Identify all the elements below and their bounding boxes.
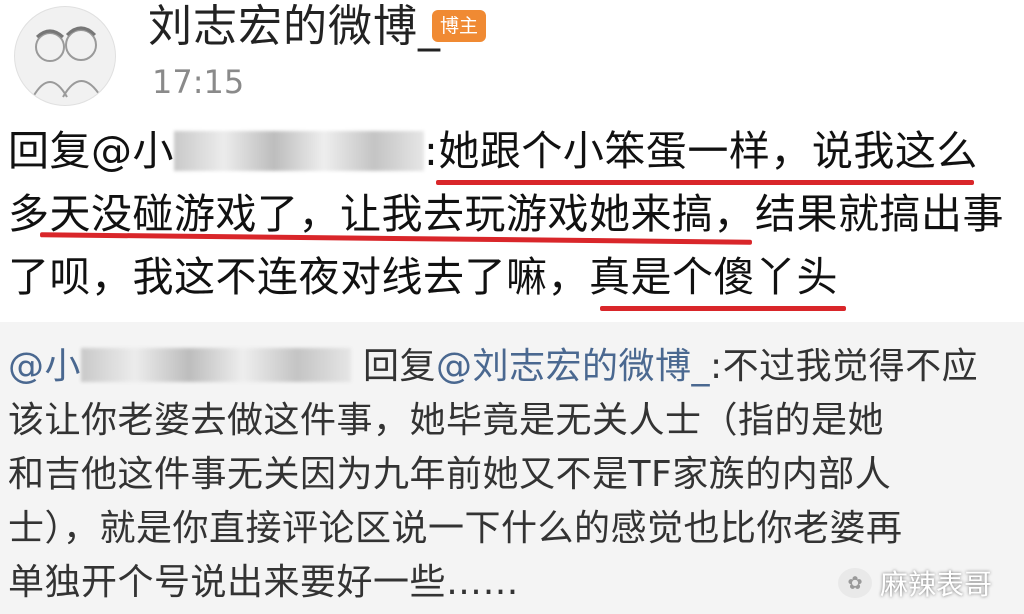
quote-mention[interactable]: @小 xyxy=(8,346,81,387)
quote-reply-label: 回复 xyxy=(362,346,436,387)
quote-text-1: :不过我觉得不应 xyxy=(710,346,979,387)
avatar[interactable] xyxy=(14,6,116,106)
reply-line-3: 了呗，我这不连夜对线去了嘛，真是个傻丫头 xyxy=(8,246,1018,309)
reply-prefix: 回复@小 xyxy=(8,127,174,175)
reply-text-1: 她跟个小笨蛋一样，说我这么 xyxy=(438,127,978,175)
reply-content: 回复@小:她跟个小笨蛋一样，说我这么 多天没碰游戏了，让我去玩游戏她来搞，结果就… xyxy=(8,120,1018,309)
reply-colon: : xyxy=(424,127,439,175)
reply-text-3a: 了呗，我这不连夜对线去了嘛， xyxy=(8,253,589,301)
redacted-username xyxy=(174,131,424,171)
quote-line-3: 和吉他这件事无关因为九年前她又不是TF家族的内部人 xyxy=(8,454,892,495)
post-time: 17:15 xyxy=(152,63,245,101)
blogger-badge: 博主 xyxy=(432,10,486,42)
username[interactable]: 刘志宏的微博_ xyxy=(148,2,441,52)
reply-text-3b: 真是个傻丫头 xyxy=(589,253,838,301)
wechat-icon: ✿ xyxy=(837,568,872,598)
watermark: ✿ 麻辣表哥 xyxy=(837,566,992,601)
reply-line-1: 回复@小:她跟个小笨蛋一样，说我这么 xyxy=(8,120,1018,183)
quote-reply-target[interactable]: @刘志宏的微博_ xyxy=(436,346,710,387)
redacted-username-2 xyxy=(81,348,352,382)
quote-line-2: 该让你老婆去做这件事，她毕竟是无关人士（指的是她 xyxy=(8,400,885,441)
avatar-sketch-icon xyxy=(32,26,102,98)
highlight-underline-1 xyxy=(436,180,974,185)
watermark-text: 麻辣表哥 xyxy=(879,568,992,601)
quote-line-1: @小 回复@刘志宏的微博_:不过我觉得不应 xyxy=(8,340,1018,394)
highlight-underline-3 xyxy=(600,306,846,311)
quote-line-4: 士），就是你直接评论区说一下什么的感觉也比你老婆再 xyxy=(8,508,903,549)
